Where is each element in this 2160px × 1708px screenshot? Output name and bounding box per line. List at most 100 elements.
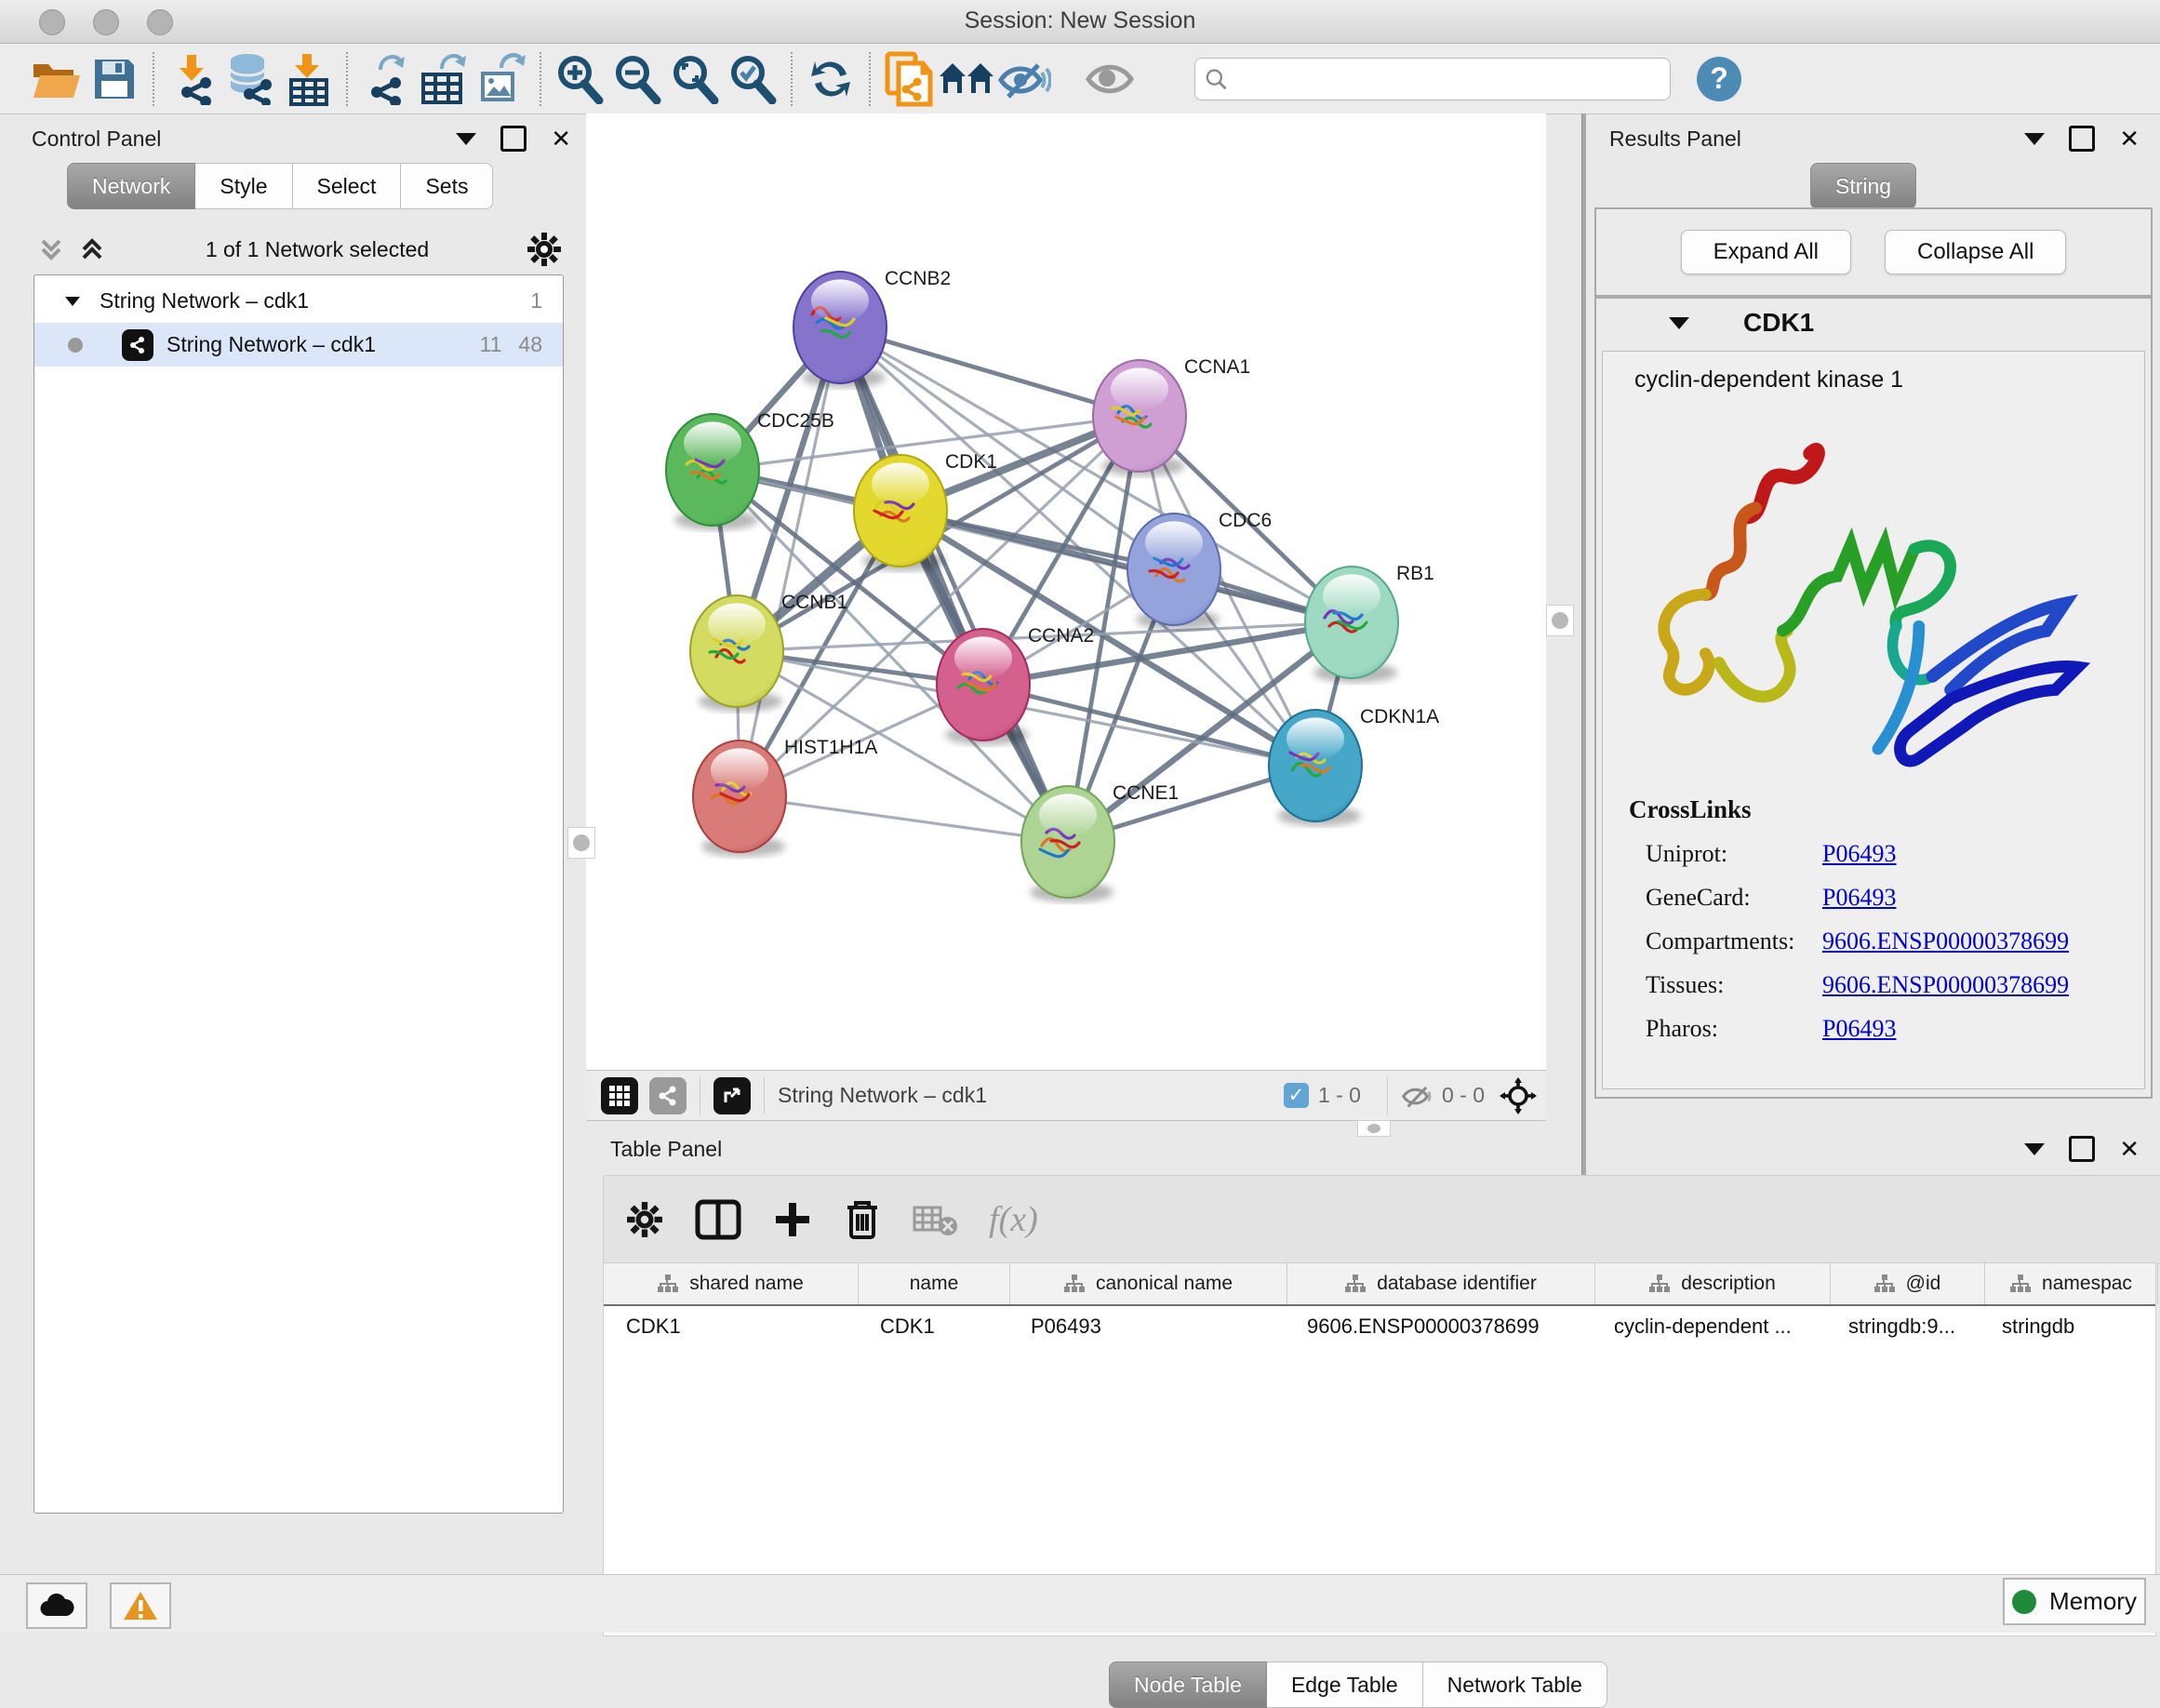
results-panel-title: Results Panel — [1609, 127, 1741, 152]
table-panel-close-icon[interactable]: ✕ — [2119, 1137, 2140, 1161]
zoom-in-icon[interactable] — [551, 50, 608, 108]
import-network-icon[interactable] — [164, 50, 221, 108]
protein-expander-icon[interactable] — [1669, 317, 1689, 329]
table-cell[interactable]: 9606.ENSP00000378699 — [1285, 1306, 1592, 1347]
results-panel-maximize-icon[interactable] — [2069, 126, 2095, 152]
import-network-database-icon[interactable] — [221, 50, 279, 108]
selected-nodes-checkbox[interactable]: ✓ — [1284, 1083, 1309, 1108]
table-options-gear-icon[interactable] — [626, 1201, 663, 1238]
string-view-icon[interactable] — [649, 1077, 687, 1114]
expand-all-button[interactable]: Expand All — [1681, 230, 1851, 274]
delete-column-trash-icon[interactable] — [844, 1198, 881, 1241]
network-node-CDC6[interactable] — [1127, 514, 1220, 630]
tab-sets[interactable]: Sets — [401, 163, 493, 209]
table-cell[interactable]: CDK1 — [858, 1306, 1008, 1347]
expand-all-icon[interactable] — [76, 234, 108, 265]
crosslink-value-link[interactable]: P06493 — [1822, 840, 1896, 868]
protein-header[interactable]: CDK1 — [1596, 299, 2151, 347]
hide-selected-eye-icon[interactable] — [995, 50, 1053, 108]
crosslink-value-link[interactable]: 9606.ENSP00000378699 — [1822, 971, 2069, 999]
zoom-fit-icon[interactable] — [666, 50, 724, 108]
memory-button[interactable]: Memory — [2003, 1578, 2146, 1625]
column-header-canonical-name[interactable]: canonical name — [1010, 1263, 1287, 1304]
node-label-RB1: RB1 — [1396, 563, 1434, 584]
help-icon[interactable]: ? — [1697, 57, 1741, 101]
grid-view-icon[interactable] — [601, 1077, 638, 1114]
export-image-icon[interactable] — [473, 50, 530, 108]
network-row-selected[interactable]: String Network – cdk1 11 48 — [34, 323, 563, 367]
crosslink-value-link[interactable]: P06493 — [1822, 884, 1896, 912]
tab-network-table[interactable]: Network Table — [1423, 1661, 1607, 1708]
column-header-shared-name[interactable]: shared name — [604, 1263, 859, 1304]
open-session-icon[interactable] — [28, 50, 86, 108]
tab-edge-table[interactable]: Edge Table — [1267, 1661, 1423, 1708]
column-header-database-identifier[interactable]: database identifier — [1287, 1263, 1595, 1304]
network-node-RB1[interactable] — [1305, 567, 1398, 683]
results-panel-close-icon[interactable]: ✕ — [2119, 127, 2140, 151]
open-in-new-window-icon[interactable] — [713, 1077, 751, 1114]
control-panel-float-icon[interactable] — [456, 133, 476, 145]
network-node-CCNA1[interactable] — [1093, 360, 1186, 476]
export-network-icon[interactable] — [357, 50, 415, 108]
refresh-icon[interactable] — [802, 50, 860, 108]
node-label-CCNA1: CCNA1 — [1184, 356, 1250, 378]
collapse-all-icon[interactable] — [35, 234, 67, 265]
fit-content-crosshair-icon[interactable] — [1500, 1077, 1537, 1114]
network-node-HIST1H1A[interactable] — [693, 741, 786, 857]
zoom-out-icon[interactable] — [608, 50, 666, 108]
network-node-CDC25B[interactable] — [666, 414, 759, 530]
network-options-gear-icon[interactable] — [527, 232, 562, 267]
table-cell[interactable]: P06493 — [1008, 1306, 1285, 1347]
column-header-namespac[interactable]: namespac — [1985, 1263, 2158, 1304]
node-label-CDKN1A: CDKN1A — [1360, 706, 1439, 727]
canvas-right-splitter-handle[interactable] — [1546, 605, 1574, 636]
column-header-@id[interactable]: @id — [1831, 1263, 1985, 1304]
table-row[interactable]: CDK1CDK1P064939606.ENSP00000378699cyclin… — [604, 1306, 2155, 1347]
warning-button[interactable] — [110, 1582, 171, 1629]
function-builder-icon[interactable]: f(x) — [989, 1199, 1038, 1240]
tab-network[interactable]: Network — [67, 163, 195, 209]
crosslink-value-link[interactable]: P06493 — [1822, 1015, 1896, 1043]
control-panel-close-icon[interactable]: ✕ — [551, 127, 571, 151]
network-node-CCNE1[interactable] — [1021, 786, 1114, 902]
cloud-button[interactable] — [26, 1582, 87, 1629]
network-node-CCNB2[interactable] — [793, 272, 887, 388]
network-collection-row[interactable]: String Network – cdk1 1 — [34, 279, 563, 323]
tab-node-table[interactable]: Node Table — [1109, 1661, 1267, 1708]
network-node-CDK1[interactable] — [854, 455, 947, 571]
delete-table-icon[interactable] — [913, 1202, 957, 1237]
zoom-selected-icon[interactable] — [724, 50, 781, 108]
houses-icon[interactable] — [938, 50, 995, 108]
import-table-icon[interactable] — [279, 50, 337, 108]
column-header-name[interactable]: name — [859, 1263, 1010, 1304]
export-table-icon[interactable] — [415, 50, 473, 108]
column-header-description[interactable]: description — [1595, 1263, 1831, 1304]
network-canvas[interactable]: CCNB2CCNA1CDC25BCDK1CDC6RB1CCNB1CCNA2CDK… — [586, 113, 1546, 1070]
tab-string[interactable]: String — [1810, 163, 1916, 209]
control-panel-maximize-icon[interactable] — [500, 126, 527, 152]
create-column-plus-icon[interactable] — [773, 1200, 812, 1239]
collection-expander-icon[interactable] — [62, 291, 83, 312]
string-copy-network-icon[interactable] — [880, 50, 938, 108]
node-label-HIST1H1A: HIST1H1A — [784, 737, 877, 758]
crosslink-value-link[interactable]: 9606.ENSP00000378699 — [1822, 927, 2069, 955]
tab-select[interactable]: Select — [293, 163, 402, 209]
table-cell[interactable]: stringdb:9... — [1826, 1306, 1980, 1347]
hidden-eye-icon[interactable] — [1401, 1083, 1434, 1109]
canvas-left-splitter-handle[interactable] — [567, 827, 595, 859]
network-node-CCNB1[interactable] — [690, 595, 783, 712]
table-cell[interactable]: stringdb — [1980, 1306, 2152, 1347]
table-cell[interactable]: CDK1 — [604, 1306, 858, 1347]
table-cell[interactable]: cyclin-dependent ... — [1592, 1306, 1826, 1347]
table-panel-float-icon[interactable] — [2024, 1143, 2045, 1155]
network-node-CDKN1A[interactable] — [1269, 710, 1362, 826]
save-session-icon[interactable] — [86, 50, 143, 108]
tab-style[interactable]: Style — [195, 163, 292, 209]
show-all-eye-icon[interactable] — [1081, 50, 1139, 108]
search-input[interactable] — [1227, 66, 1660, 92]
show-columns-icon[interactable] — [695, 1199, 741, 1240]
network-node-CCNA2[interactable] — [937, 629, 1030, 745]
results-panel-float-icon[interactable] — [2024, 133, 2045, 145]
table-panel-maximize-icon[interactable] — [2069, 1136, 2095, 1162]
collapse-all-button[interactable]: Collapse All — [1885, 230, 2066, 274]
